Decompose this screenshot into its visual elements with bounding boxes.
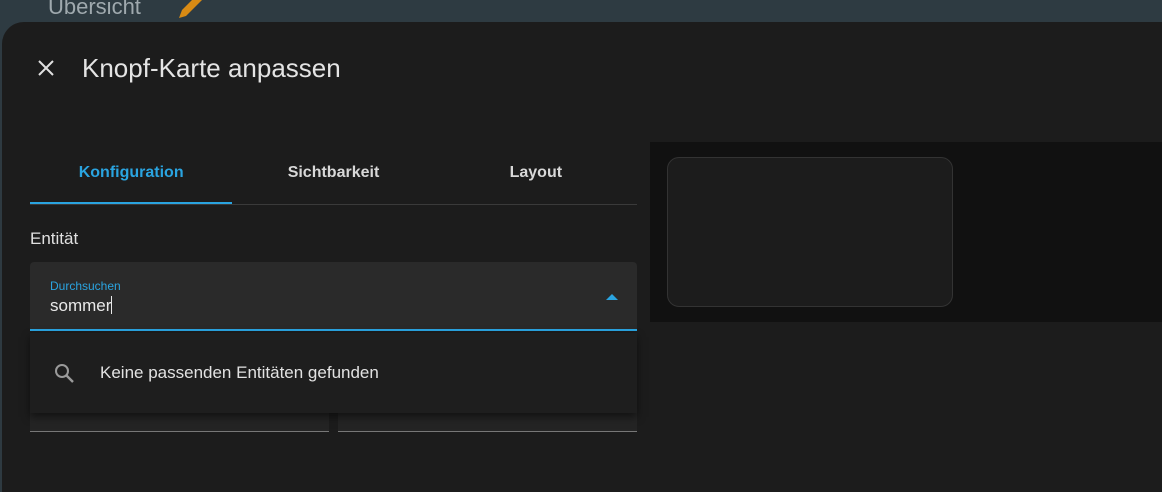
search-icon (55, 364, 74, 383)
entity-search-input[interactable]: Durchsuchen sommer (30, 262, 637, 331)
text-cursor (111, 296, 113, 314)
pencil-icon[interactable] (176, 0, 202, 20)
no-results-message: Keine passenden Entitäten gefunden (100, 363, 379, 382)
tab-visibility[interactable]: Sichtbarkeit (232, 142, 434, 204)
search-field-label: Durchsuchen (50, 279, 121, 293)
dialog-title: Knopf-Karte anpassen (82, 53, 341, 83)
search-value: sommer (50, 296, 112, 315)
entity-dropdown: Keine passenden Entitäten gefunden (30, 333, 637, 413)
entity-label: Entität (30, 229, 79, 248)
button-card-preview (667, 157, 953, 307)
tab-layout[interactable]: Layout (435, 142, 637, 204)
dashboard-title: Übersicht (48, 0, 141, 19)
tab-configuration[interactable]: Konfiguration (30, 142, 233, 204)
dropdown-arrow-up-icon[interactable] (606, 294, 618, 300)
close-icon[interactable] (34, 56, 58, 80)
tab-bar: Konfiguration Sichtbarkeit Layout (30, 142, 637, 205)
